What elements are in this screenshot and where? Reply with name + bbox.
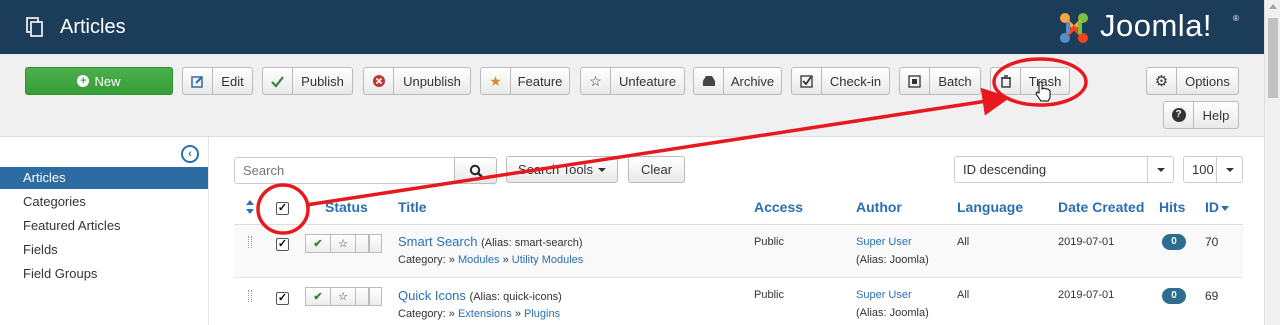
header-access[interactable]: Access bbox=[754, 199, 803, 215]
row-checkbox[interactable]: ✓ bbox=[276, 238, 289, 251]
gear-icon: ⚙ bbox=[1147, 68, 1177, 94]
clear-button[interactable]: Clear bbox=[628, 156, 685, 183]
hits-badge: 0 bbox=[1162, 234, 1186, 250]
row-checkbox[interactable]: ✓ bbox=[276, 292, 289, 305]
article-category: Category: » Extensions » Plugins bbox=[398, 308, 561, 320]
registered-mark: ® bbox=[1233, 14, 1239, 23]
drag-handle-icon[interactable] bbox=[248, 236, 252, 248]
status-buttons: ✔ ☆ bbox=[305, 234, 382, 253]
header-hits[interactable]: Hits bbox=[1159, 199, 1185, 215]
sort-ordering-icon[interactable] bbox=[246, 200, 254, 214]
category-link[interactable]: Plugins bbox=[524, 308, 560, 320]
status-buttons: ✔ ☆ bbox=[305, 287, 382, 306]
article-category: Category: » Modules » Utility Modules bbox=[398, 254, 584, 266]
options-button[interactable]: ⚙ Options bbox=[1146, 67, 1239, 95]
sidebar-item-fields[interactable]: Fields bbox=[0, 239, 208, 261]
archive-icon bbox=[694, 68, 724, 94]
author-alias: (Alias: Joomla) bbox=[856, 254, 929, 266]
featured-toggle-icon[interactable]: ☆ bbox=[331, 287, 356, 306]
header-date-created[interactable]: Date Created bbox=[1058, 199, 1144, 215]
sidebar-item-field-groups[interactable]: Field Groups bbox=[0, 263, 208, 285]
batch-icon bbox=[900, 68, 930, 94]
table-row bbox=[234, 225, 1243, 277]
sidebar-item-featured-articles[interactable]: Featured Articles bbox=[0, 215, 208, 237]
date-created: 2019-07-01 bbox=[1058, 289, 1115, 301]
language: All bbox=[957, 236, 970, 248]
sidebar-item-categories[interactable]: Categories bbox=[0, 191, 208, 213]
pages-icon bbox=[26, 17, 43, 37]
author-alias: (Alias: Joomla) bbox=[856, 307, 929, 319]
top-header: Articles Joomla! ® bbox=[0, 0, 1264, 54]
published-toggle-icon[interactable]: ✔ bbox=[305, 234, 331, 253]
joomla-logo-icon bbox=[1060, 13, 1088, 43]
check-icon bbox=[263, 68, 293, 94]
sidebar-item-articles[interactable]: Articles bbox=[0, 167, 208, 189]
checkbox-icon bbox=[792, 68, 822, 94]
select-all-checkbox[interactable]: ✓ bbox=[276, 202, 289, 215]
page-scrollbar[interactable] bbox=[1264, 0, 1280, 325]
access-level: Public bbox=[754, 236, 784, 248]
article-title-row[interactable]: Smart Search (Alias: smart-search) bbox=[398, 234, 583, 249]
feature-button[interactable]: ★ Feature bbox=[480, 67, 570, 95]
sort-desc-icon bbox=[1221, 205, 1229, 211]
chevron-down-icon bbox=[1216, 157, 1242, 182]
edit-icon bbox=[183, 68, 213, 94]
date-created: 2019-07-01 bbox=[1058, 236, 1115, 248]
sidebar: Articles Categories Featured Articles Fi… bbox=[0, 167, 208, 325]
header-title[interactable]: Title bbox=[398, 199, 427, 215]
category-link[interactable]: Utility Modules bbox=[512, 254, 584, 266]
question-icon: ? bbox=[1164, 102, 1194, 128]
drag-handle-icon[interactable] bbox=[248, 290, 252, 302]
batch-button[interactable]: Batch bbox=[899, 67, 981, 95]
star-filled-icon: ★ bbox=[481, 68, 511, 94]
search-icon bbox=[469, 164, 483, 178]
trash-button[interactable]: Trash bbox=[990, 67, 1070, 95]
category-parent-link[interactable]: Extensions bbox=[458, 308, 512, 320]
new-button[interactable]: + New bbox=[25, 67, 173, 95]
featured-toggle-icon[interactable]: ☆ bbox=[331, 234, 356, 253]
language: All bbox=[957, 289, 970, 301]
toolbar: + New Edit Publish Unpublish ★ Feature ☆ … bbox=[0, 54, 1264, 137]
unfeature-button[interactable]: ☆ Unfeature bbox=[580, 67, 685, 95]
edit-button[interactable]: Edit bbox=[182, 67, 253, 95]
trash-icon bbox=[991, 68, 1021, 94]
limit-select[interactable]: 100 bbox=[1183, 156, 1243, 183]
publish-button[interactable]: Publish bbox=[262, 67, 353, 95]
row-actions-dropdown[interactable] bbox=[356, 287, 382, 306]
header-author[interactable]: Author bbox=[856, 199, 902, 215]
star-empty-icon: ☆ bbox=[581, 68, 611, 94]
page-title: Articles bbox=[60, 16, 126, 38]
scroll-up-icon[interactable] bbox=[1269, 4, 1277, 9]
article-id: 70 bbox=[1205, 235, 1219, 249]
author-link[interactable]: Super User bbox=[856, 236, 912, 248]
header-status[interactable]: Status bbox=[325, 199, 368, 215]
hits-badge: 0 bbox=[1162, 288, 1186, 304]
row-actions-dropdown[interactable] bbox=[356, 234, 382, 253]
unpublish-icon bbox=[364, 68, 394, 94]
archive-button[interactable]: Archive bbox=[693, 67, 782, 95]
published-toggle-icon[interactable]: ✔ bbox=[305, 287, 331, 306]
help-button[interactable]: ? Help bbox=[1163, 101, 1239, 129]
sidebar-divider bbox=[208, 137, 209, 325]
joomla-logo-text: Joomla! bbox=[1100, 8, 1213, 43]
chevron-down-icon bbox=[1147, 157, 1173, 182]
collapse-sidebar-icon[interactable]: ‹ bbox=[181, 145, 199, 163]
article-id: 69 bbox=[1205, 289, 1219, 303]
search-input[interactable] bbox=[234, 157, 454, 184]
checkin-button[interactable]: Check-in bbox=[791, 67, 890, 95]
row-divider bbox=[234, 277, 1243, 278]
header-language[interactable]: Language bbox=[957, 199, 1023, 215]
header-id[interactable]: ID bbox=[1205, 199, 1229, 215]
caret-down-icon bbox=[597, 167, 606, 172]
access-level: Public bbox=[754, 289, 784, 301]
unpublish-button[interactable]: Unpublish bbox=[363, 67, 471, 95]
plus-icon: + bbox=[77, 75, 90, 87]
article-title-row[interactable]: Quick Icons (Alias: quick-icons) bbox=[398, 288, 562, 303]
ordering-select[interactable]: ID descending bbox=[954, 156, 1174, 183]
scrollbar-thumb[interactable] bbox=[1268, 18, 1278, 98]
search-tools-button[interactable]: Search Tools bbox=[506, 156, 618, 183]
category-parent-link[interactable]: Modules bbox=[458, 254, 500, 266]
search-button[interactable] bbox=[454, 157, 497, 184]
author-link[interactable]: Super User bbox=[856, 289, 912, 301]
